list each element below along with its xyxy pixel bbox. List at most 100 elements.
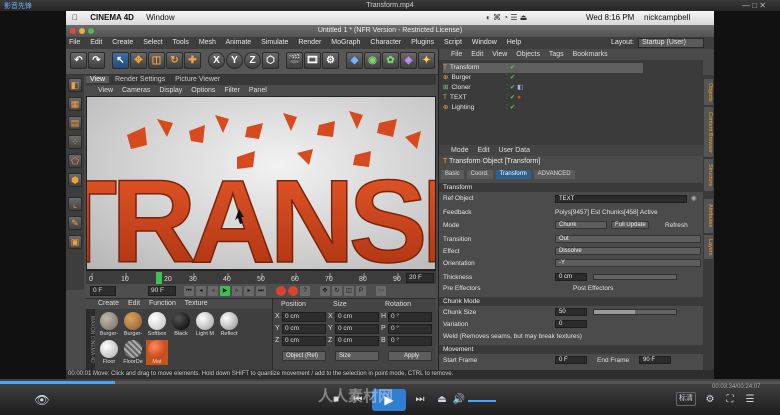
material-swatch[interactable]: Burger-	[122, 312, 144, 337]
quality-button[interactable]: 标清	[676, 392, 696, 406]
object-row-cloner[interactable]: ⊞ Cloner ⁚ ✔ ◧	[443, 83, 643, 93]
menu-plugins[interactable]: Plugins	[411, 39, 434, 46]
object-row-burger[interactable]: ⊕ Burger ⁚ ✔	[443, 73, 643, 83]
render-view-icon[interactable]: 🎬	[286, 52, 303, 69]
timeline-ruler[interactable]: 0 10 20 30 40 50 60 70 80 90 20 F	[86, 270, 436, 284]
dock-tab-content-browser[interactable]: Content Browser	[704, 107, 713, 157]
minimize-dot-icon[interactable]	[79, 28, 85, 34]
section-movement[interactable]: Movement	[439, 345, 704, 354]
snap-icon[interactable]: ✎	[68, 216, 82, 230]
obj-menu-view[interactable]: View	[492, 51, 507, 58]
effect-dropdown[interactable]: Dissolve	[555, 247, 701, 255]
menu-edit[interactable]: Edit	[90, 39, 102, 46]
section-transform[interactable]: Transform	[439, 183, 704, 192]
undo-icon[interactable]: ↶	[70, 52, 87, 69]
3d-viewport[interactable]: TRANSFORM	[86, 96, 436, 270]
key-position-icon[interactable]: ✥	[320, 286, 330, 296]
volume-slider[interactable]	[468, 400, 496, 402]
key-param-icon[interactable]: P	[356, 286, 366, 296]
dock-tab-layers[interactable]: Layers	[704, 235, 713, 259]
object-row-text[interactable]: T TEXT ⁚ ✔ ●	[443, 93, 643, 103]
vmenu-cameras[interactable]: Cameras	[122, 87, 150, 94]
object-row-lighting[interactable]: ⊕ Lighting ⁚ ✔	[443, 103, 643, 113]
menu-script[interactable]: Script	[444, 39, 462, 46]
section-chunk-mode[interactable]: Chunk Mode	[439, 297, 704, 306]
key-scale-icon[interactable]: ◫	[344, 286, 354, 296]
vmenu-panel[interactable]: Panel	[249, 87, 267, 94]
workplane-icon[interactable]: ▤	[68, 116, 82, 130]
attr-menu-edit[interactable]: Edit	[477, 147, 489, 154]
material-swatch[interactable]: Light M	[194, 312, 216, 337]
render-settings-icon[interactable]: ⚙	[322, 52, 339, 69]
size-x-field[interactable]: 0 cm	[335, 312, 379, 322]
material-swatch[interactable]: Softbox	[146, 312, 168, 337]
ref-object-pick-icon[interactable]: ◉	[691, 194, 697, 202]
obj-menu-objects[interactable]: Objects	[516, 51, 540, 58]
axis-mode-icon[interactable]: ⌞	[68, 197, 82, 211]
rotation-h-field[interactable]: 0 °	[388, 312, 432, 322]
obj-menu-tags[interactable]: Tags	[549, 51, 564, 58]
settings-icon[interactable]: ⚙	[704, 393, 716, 407]
eye-icon[interactable]: 👁	[32, 393, 52, 407]
attr-menu-mode[interactable]: Mode	[451, 147, 469, 154]
mode-dropdown[interactable]: Chunk	[555, 221, 607, 229]
spline-icon[interactable]: ✿	[382, 52, 399, 69]
visibility-dots-icon[interactable]: ⁚ ✔	[506, 73, 515, 83]
chunk-size-field[interactable]: 50	[555, 308, 587, 316]
ref-object-field[interactable]: TEXT	[555, 195, 687, 203]
variation-field[interactable]: 0	[555, 320, 587, 328]
attr-tab-coord[interactable]: Coord.	[466, 170, 493, 179]
playlist-icon[interactable]: ☰	[744, 393, 756, 407]
lock-icon[interactable]: ▣	[68, 235, 82, 249]
z-axis-button[interactable]: Z	[244, 52, 261, 69]
mat-menu-edit[interactable]: Edit	[128, 300, 140, 307]
size-y-field[interactable]: 0 cm	[335, 324, 379, 334]
menu-mesh[interactable]: Mesh	[199, 39, 216, 46]
visibility-dots-icon[interactable]: ⁚ ✔ ◧	[506, 83, 523, 93]
cube-icon[interactable]: ◆	[346, 52, 363, 69]
edges-mode-icon[interactable]: ⬠	[68, 154, 82, 168]
x-axis-button[interactable]: X	[208, 52, 225, 69]
mat-menu-texture[interactable]: Texture	[185, 300, 208, 307]
dock-tab-structure[interactable]: Structure	[704, 159, 713, 191]
y-axis-button[interactable]: Y	[226, 52, 243, 69]
points-mode-icon[interactable]: ⁘	[68, 135, 82, 149]
visibility-dots-icon[interactable]: ⁚ ✔	[506, 103, 515, 113]
vmenu-display[interactable]: Display	[159, 87, 182, 94]
size-mode-dropdown[interactable]: Size	[335, 351, 379, 361]
prev-frame-icon[interactable]: ◃	[208, 286, 218, 296]
model-mode-icon[interactable]: ◧	[68, 78, 82, 92]
obj-menu-file[interactable]: File	[451, 51, 462, 58]
light-icon[interactable]: ✦	[418, 52, 435, 69]
move-icon[interactable]: ✥	[130, 52, 147, 69]
visibility-dots-icon[interactable]: ⁚ ✔	[506, 63, 515, 73]
attr-tab-advanced[interactable]: ADVANCED	[533, 170, 575, 179]
render-picture-icon[interactable]: 🎞	[304, 52, 321, 69]
select-arrow-icon[interactable]: ↖	[112, 52, 129, 69]
add-icon[interactable]: ✚	[184, 52, 201, 69]
apply-button[interactable]: Apply	[388, 351, 432, 361]
tab-picture-viewer[interactable]: Picture Viewer	[171, 76, 224, 83]
next-icon[interactable]: ⏭	[412, 393, 428, 407]
menu-render[interactable]: Render	[298, 39, 321, 46]
coord-mode-dropdown[interactable]: Object (Rel)	[282, 351, 326, 361]
material-swatch-selected[interactable]: Mat	[146, 340, 168, 365]
record-icon[interactable]	[276, 286, 286, 296]
menu-file[interactable]: File	[69, 39, 80, 46]
layout-dropdown[interactable]: Startup (User)	[638, 38, 704, 48]
vmenu-view[interactable]: View	[98, 87, 113, 94]
go-start-icon[interactable]: ⏮	[184, 286, 194, 296]
app-name-menu[interactable]: CINEMA 4D	[90, 13, 134, 22]
window-menu[interactable]: Window	[146, 13, 174, 22]
material-swatch[interactable]: Burger-	[98, 312, 120, 337]
obj-menu-bookmarks[interactable]: Bookmarks	[573, 51, 608, 58]
chunk-size-slider[interactable]	[593, 309, 677, 315]
dock-tab-attributes[interactable]: Attributes	[704, 199, 713, 233]
attr-tab-transform[interactable]: Transform	[495, 170, 531, 179]
timeline-options-icon[interactable]: ⋯	[376, 286, 386, 296]
user-name[interactable]: nickcampbell	[644, 11, 690, 25]
end-frame-field[interactable]: 90 F	[148, 286, 176, 296]
next-frame-icon[interactable]: ▹	[232, 286, 242, 296]
scale-icon[interactable]: ◫	[148, 52, 165, 69]
current-frame-field[interactable]: 20 F	[406, 273, 434, 283]
